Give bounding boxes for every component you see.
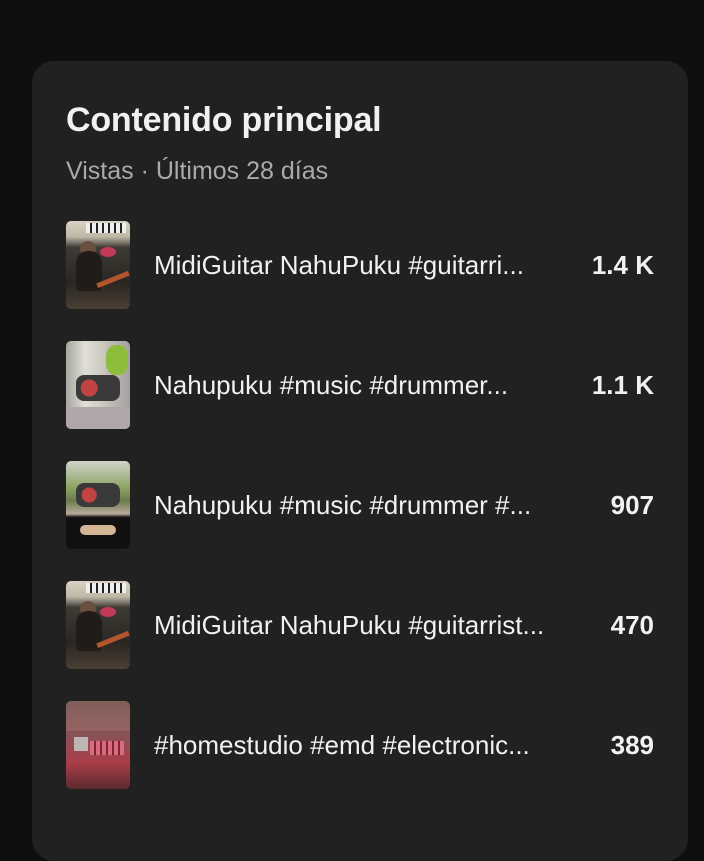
video-row[interactable]: Nahupuku #music #drummer... 1.1 K [32,341,688,461]
video-thumbnail[interactable] [66,461,130,549]
video-thumbnail[interactable] [66,341,130,429]
video-title[interactable]: MidiGuitar NahuPuku #guitarri... [154,249,554,281]
video-title[interactable]: Nahupuku #music #drummer #... [154,489,554,521]
video-row[interactable]: MidiGuitar NahuPuku #guitarri... 1.4 K [32,221,688,341]
top-content-card: Contenido principal Vistas · Últimos 28 … [32,61,688,861]
video-thumbnail[interactable] [66,701,130,789]
video-title[interactable]: Nahupuku #music #drummer... [154,369,554,401]
video-row[interactable]: #homestudio #emd #electronic... 389 [32,701,688,821]
card-title: Contenido principal [66,101,382,139]
video-views: 1.1 K [591,370,654,400]
video-title[interactable]: #homestudio #emd #electronic... [154,729,554,761]
video-views: 907 [610,490,654,520]
video-title[interactable]: MidiGuitar NahuPuku #guitarrist... [154,609,554,641]
video-views: 389 [610,730,654,760]
video-row[interactable]: Nahupuku #music #drummer #... 907 [32,461,688,581]
video-list: MidiGuitar NahuPuku #guitarri... 1.4 K N… [32,221,688,821]
video-views: 1.4 K [591,250,654,280]
card-subtitle: Vistas · Últimos 28 días [66,157,329,185]
video-views: 470 [610,610,654,640]
video-row[interactable]: MidiGuitar NahuPuku #guitarrist... 470 [32,581,688,701]
video-thumbnail[interactable] [66,221,130,309]
video-thumbnail[interactable] [66,581,130,669]
